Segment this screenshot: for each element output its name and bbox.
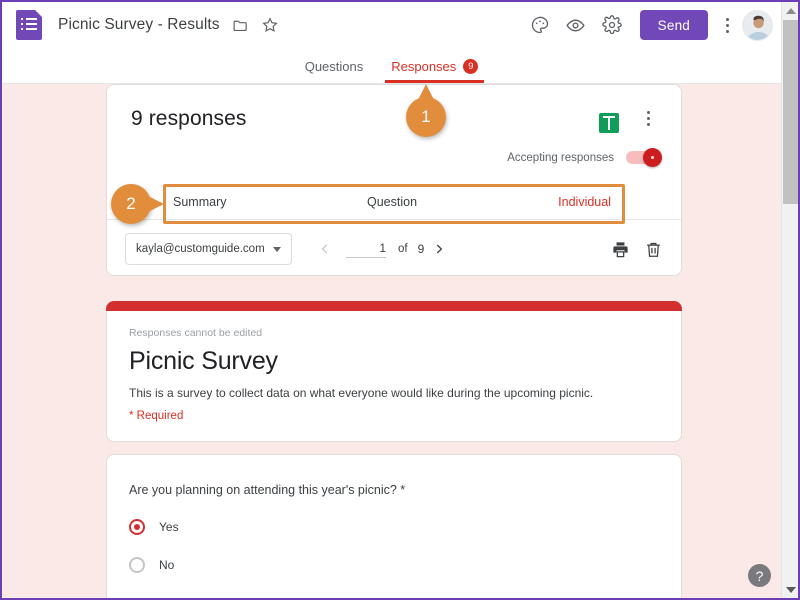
star-icon[interactable] (261, 16, 279, 34)
trash-icon[interactable] (644, 240, 663, 259)
radio-yes[interactable] (129, 519, 145, 535)
folder-icon[interactable] (232, 17, 249, 34)
palette-icon[interactable] (522, 7, 558, 43)
option-label-yes: Yes (159, 520, 179, 534)
responses-content-area: 9 responses Accepting responses Summary … (2, 84, 781, 598)
response-count-label: 9 responses (131, 107, 247, 130)
option-row-yes[interactable]: Yes (107, 519, 681, 535)
option-label-no: No (159, 558, 175, 572)
scrollbar-thumb[interactable] (783, 20, 798, 204)
respondent-email-dropdown[interactable]: kayla@customguide.com (125, 233, 292, 265)
gear-icon[interactable] (594, 7, 630, 43)
tab-responses[interactable]: Responses 9 (377, 59, 492, 83)
send-button[interactable]: Send (639, 10, 708, 40)
scroll-down-icon[interactable] (782, 581, 798, 598)
response-view-subtabs: Summary Question Individual (107, 184, 681, 220)
responses-more-options-icon[interactable] (637, 111, 659, 126)
question-text: Are you planning on attending this year'… (129, 483, 406, 497)
next-response-button[interactable] (426, 236, 452, 262)
toggle-knob (643, 148, 662, 167)
tab-questions[interactable]: Questions (291, 59, 378, 83)
card-accent-bar (106, 301, 682, 311)
survey-title: Picnic Survey (129, 347, 278, 375)
tab-responses-label: Responses (391, 59, 457, 74)
survey-header-card: Responses cannot be edited Picnic Survey… (106, 301, 682, 442)
accepting-responses-toggle[interactable] (626, 148, 662, 167)
more-options-icon[interactable] (716, 17, 738, 33)
google-forms-icon (16, 10, 42, 40)
responses-summary-card: 9 responses Accepting responses Summary … (106, 84, 682, 276)
app-toolbar: Picnic Survey - Results Send (2, 2, 781, 48)
subtab-individual[interactable]: Individual (558, 195, 611, 209)
page-total-label: 9 (417, 242, 425, 256)
vertical-scrollbar[interactable] (781, 2, 798, 598)
page-number-input[interactable]: 1 (346, 241, 386, 258)
form-tabs: Questions Responses 9 (2, 48, 781, 84)
google-forms-window: Picnic Survey - Results Send Questions R… (0, 0, 800, 600)
accepting-responses-label: Accepting responses (507, 151, 614, 164)
callout-marker-1: 1 (406, 84, 446, 137)
subtab-summary[interactable]: Summary (173, 195, 226, 209)
avatar[interactable] (742, 9, 773, 41)
toolbar-actions: Send (522, 7, 781, 43)
previous-response-button[interactable] (312, 236, 338, 262)
callout-marker-2: 2 (111, 184, 164, 224)
radio-no[interactable] (129, 557, 145, 573)
respondent-navigation: kayla@customguide.com 1 of 9 (107, 227, 681, 271)
accepting-responses-control: Accepting responses (507, 148, 662, 167)
printer-icon[interactable] (611, 240, 630, 259)
responses-count-badge: 9 (463, 59, 479, 74)
page-title[interactable]: Picnic Survey - Results (58, 16, 220, 34)
subtab-question[interactable]: Question (367, 195, 417, 209)
eye-icon[interactable] (558, 7, 594, 43)
help-button[interactable]: ? (748, 564, 771, 587)
google-sheets-icon[interactable] (599, 113, 619, 133)
response-actions (611, 240, 663, 259)
tab-questions-label: Questions (304, 59, 364, 74)
survey-description: This is a survey to collect data on what… (129, 386, 594, 400)
chevron-down-icon (273, 246, 281, 252)
page-of-label: of (398, 243, 408, 255)
page-navigation: 1 of 9 (312, 236, 452, 262)
question-card: Are you planning on attending this year'… (106, 454, 682, 598)
responses-not-editable-note: Responses cannot be edited (129, 327, 263, 339)
scroll-up-icon[interactable] (782, 2, 798, 19)
respondent-email-value: kayla@customguide.com (136, 243, 265, 255)
required-note: * Required (129, 410, 184, 422)
option-row-no[interactable]: No (107, 557, 681, 573)
